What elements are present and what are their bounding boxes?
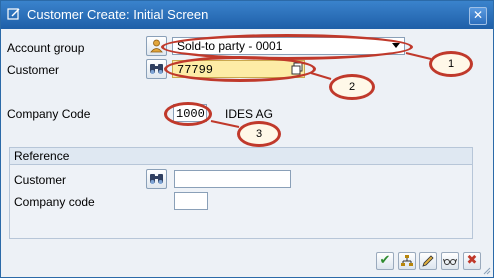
confirm-button[interactable]: ✔ <box>376 252 394 270</box>
pencil-icon <box>422 255 434 267</box>
resize-grip-icon[interactable] <box>481 265 491 275</box>
callout-bubble-2: 2 <box>329 74 375 100</box>
org-structure-icon <box>401 255 413 266</box>
cancel-button[interactable]: ✖ <box>463 252 481 270</box>
glasses-icon <box>443 258 457 265</box>
callout-bubble-1: 1 <box>429 51 473 77</box>
org-levels-button[interactable] <box>398 252 416 270</box>
display-button[interactable] <box>441 252 459 270</box>
customer-create-dialog: Customer Create: Initial Screen ✕ Accoun… <box>0 0 494 278</box>
callout-bubble-3: 3 <box>237 121 281 147</box>
edit-button[interactable] <box>419 252 437 270</box>
